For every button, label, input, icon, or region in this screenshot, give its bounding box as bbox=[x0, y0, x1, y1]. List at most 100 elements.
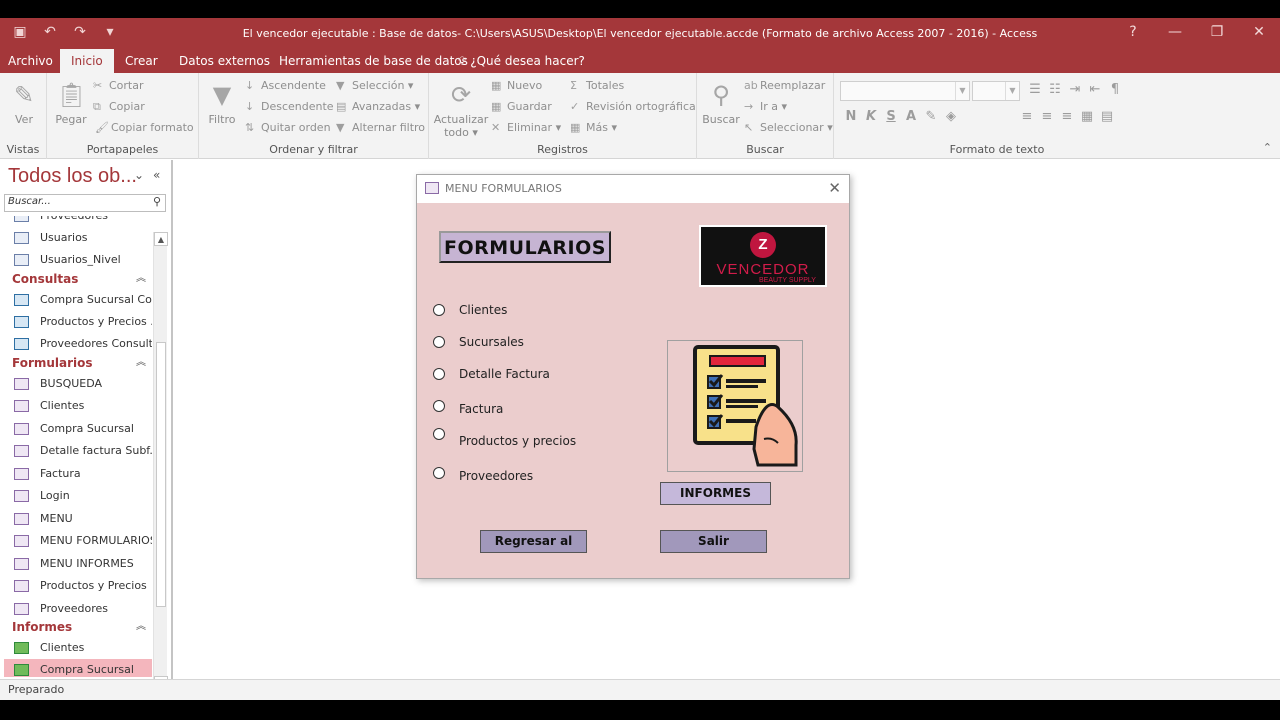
nav-category-informes[interactable]: Informes ︽ bbox=[12, 617, 152, 637]
tab-crear[interactable]: Crear bbox=[125, 49, 158, 73]
revision-button[interactable]: ✓ Revisión ortográfica bbox=[570, 97, 696, 117]
font-name-combo[interactable]: ▼ bbox=[840, 81, 970, 101]
registros-group-label: Registros bbox=[537, 143, 588, 156]
cortar-button[interactable]: ✂ Cortar bbox=[93, 76, 144, 96]
nav-item-label: Clientes bbox=[40, 399, 85, 412]
informes-button[interactable]: INFORMES bbox=[660, 482, 771, 505]
underline-button[interactable]: S bbox=[884, 109, 898, 124]
ascendente-button[interactable]: ↓ Ascendente bbox=[245, 76, 326, 96]
minimize-button[interactable]: — bbox=[1154, 18, 1196, 49]
bold-button[interactable]: N bbox=[844, 109, 858, 124]
nav-item-formulario[interactable]: MENU INFORMES bbox=[4, 553, 152, 575]
bullets-icon[interactable]: ☰ bbox=[1028, 82, 1042, 97]
nav-item-formulario[interactable]: MENU FORMULARIOS bbox=[4, 530, 152, 552]
form-icon bbox=[14, 468, 29, 480]
nav-item-formulario[interactable]: Login bbox=[4, 485, 152, 507]
regresar-button[interactable]: Regresar al bbox=[480, 530, 587, 553]
descendente-button[interactable]: ↓ Descendente bbox=[245, 97, 334, 117]
nav-collapse-icon[interactable]: « bbox=[153, 168, 160, 182]
nav-scrollbar[interactable]: ▲ ▼ bbox=[153, 232, 168, 690]
nuevo-button[interactable]: ▦ Nuevo bbox=[491, 76, 542, 96]
nav-category-formularios[interactable]: Formularios ︽ bbox=[12, 353, 152, 373]
highlight-icon[interactable]: ✎ bbox=[924, 109, 938, 124]
guardar-button[interactable]: ▦ Guardar bbox=[491, 97, 552, 117]
filtro-button[interactable]: ▼ Filtro bbox=[204, 79, 240, 126]
radio-button[interactable] bbox=[433, 368, 445, 380]
actualizar-todo-button[interactable]: ⟳ Actualizar todo ▾ bbox=[433, 79, 489, 139]
align-center-icon[interactable]: ≡ bbox=[1040, 109, 1054, 124]
restore-button[interactable]: ❐ bbox=[1196, 18, 1238, 49]
ir-a-label: Ir a bbox=[760, 100, 779, 113]
gridlines-icon[interactable]: ▦ bbox=[1080, 109, 1094, 124]
fill-color-icon[interactable]: ◈ bbox=[944, 109, 958, 124]
buscar-button[interactable]: ⚲ Buscar bbox=[701, 79, 741, 126]
nav-item-label: Compra Sucursal Co... bbox=[40, 293, 152, 306]
help-button[interactable]: ? bbox=[1112, 18, 1154, 49]
cortar-label: Cortar bbox=[109, 79, 144, 92]
nav-search-input[interactable]: Buscar... ⚲ bbox=[4, 194, 166, 212]
collapse-ribbon-icon[interactable]: ⌃ bbox=[1263, 141, 1272, 154]
decrease-indent-icon[interactable]: ⇤ bbox=[1088, 82, 1102, 97]
font-size-combo[interactable]: ▼ bbox=[972, 81, 1020, 101]
alternar-filtro-button[interactable]: ▼ Alternar filtro bbox=[336, 118, 425, 138]
avanzadas-button[interactable]: ▤ Avanzadas ▾ bbox=[336, 97, 420, 117]
tab-inicio[interactable]: Inicio bbox=[60, 49, 114, 73]
seleccion-button[interactable]: ▼ Selección ▾ bbox=[336, 76, 413, 96]
totales-button[interactable]: Σ Totales bbox=[570, 76, 624, 96]
scroll-thumb[interactable] bbox=[156, 342, 166, 607]
tab-datos-externos[interactable]: Datos externos bbox=[179, 49, 270, 73]
nav-item-usuarios[interactable]: Usuarios bbox=[4, 227, 152, 249]
close-icon[interactable]: ✕ bbox=[828, 179, 841, 197]
seleccionar-button[interactable]: ↖ Seleccionar ▾ bbox=[744, 118, 833, 138]
paragraph-icon[interactable]: ¶ bbox=[1108, 82, 1122, 97]
reemplazar-button[interactable]: ab Reemplazar bbox=[744, 76, 825, 96]
radio-button[interactable] bbox=[433, 467, 445, 479]
radio-button[interactable] bbox=[433, 428, 445, 440]
mas-button[interactable]: ▦ Más ▾ bbox=[570, 118, 617, 138]
nav-item-formulario[interactable]: Detalle factura Subf... bbox=[4, 440, 152, 462]
ir-a-button[interactable]: → Ir a ▾ bbox=[744, 97, 787, 117]
nav-item-formulario[interactable]: Compra Sucursal bbox=[4, 418, 152, 440]
numbering-icon[interactable]: ☷ bbox=[1048, 82, 1062, 97]
spelling-icon: ✓ bbox=[570, 100, 580, 113]
eliminar-button[interactable]: ✕ Eliminar ▾ bbox=[491, 118, 561, 138]
nav-item-formulario[interactable]: MENU bbox=[4, 508, 152, 530]
align-right-icon[interactable]: ≡ bbox=[1060, 109, 1074, 124]
copiar-button[interactable]: ⧉ Copiar bbox=[93, 97, 145, 117]
nav-item-informe[interactable]: Clientes bbox=[4, 637, 152, 659]
nav-item-consulta[interactable]: Compra Sucursal Co... bbox=[4, 289, 152, 311]
nav-item-consulta[interactable]: Proveedores Consulta bbox=[4, 333, 152, 355]
increase-indent-icon[interactable]: ⇥ bbox=[1068, 82, 1082, 97]
radio-button[interactable] bbox=[433, 304, 445, 316]
ver-button[interactable]: ✎ Ver bbox=[6, 79, 42, 126]
nav-item-proveedores-table[interactable]: Proveedores bbox=[4, 216, 152, 227]
nav-item-usuarios-nivel[interactable]: Usuarios_Nivel bbox=[4, 249, 152, 271]
radio-button[interactable] bbox=[433, 400, 445, 412]
font-color-button[interactable]: A bbox=[904, 109, 918, 124]
quitar-orden-button[interactable]: ⇅ Quitar orden bbox=[245, 118, 331, 138]
tab-archivo[interactable]: Archivo bbox=[8, 49, 53, 73]
search-icon[interactable]: ⚲ bbox=[150, 195, 164, 211]
nav-item-consulta[interactable]: Productos y Precios ... bbox=[4, 311, 152, 333]
scroll-up-icon[interactable]: ▲ bbox=[154, 232, 168, 246]
nav-item-formulario[interactable]: Productos y Precios bbox=[4, 575, 152, 597]
nav-pane-title[interactable]: Todos los ob... bbox=[8, 165, 137, 188]
nav-category-consultas[interactable]: Consultas ︽ bbox=[12, 269, 152, 289]
radio-button[interactable] bbox=[433, 336, 445, 348]
tell-me-search[interactable]: 💡︎ ¿Qué desea hacer? bbox=[458, 49, 585, 73]
close-button[interactable]: ✕ bbox=[1238, 18, 1280, 49]
nav-item-formulario[interactable]: Factura bbox=[4, 463, 152, 485]
nav-item-formulario[interactable]: Clientes bbox=[4, 395, 152, 417]
copiar-formato-button[interactable]: 🖌︎ Copiar formato bbox=[95, 118, 194, 138]
nav-item-formulario[interactable]: BUSQUEDA bbox=[4, 373, 152, 395]
pegar-button[interactable]: 📋︎ Pegar bbox=[53, 79, 89, 126]
align-left-icon[interactable]: ≡ bbox=[1020, 109, 1034, 124]
nav-item-informe-selected[interactable]: Compra Sucursal bbox=[4, 659, 152, 677]
alternate-row-color-icon[interactable]: ▤ bbox=[1100, 109, 1114, 124]
nav-menu-icon[interactable]: ⌄ bbox=[134, 168, 144, 182]
dialog-title-bar[interactable]: MENU FORMULARIOS ✕ bbox=[417, 175, 849, 203]
tab-herramientas[interactable]: Herramientas de base de datos bbox=[279, 49, 468, 73]
salir-button[interactable]: Salir bbox=[660, 530, 767, 553]
italic-button[interactable]: K bbox=[864, 109, 878, 124]
nav-item-label: MENU INFORMES bbox=[40, 557, 134, 570]
